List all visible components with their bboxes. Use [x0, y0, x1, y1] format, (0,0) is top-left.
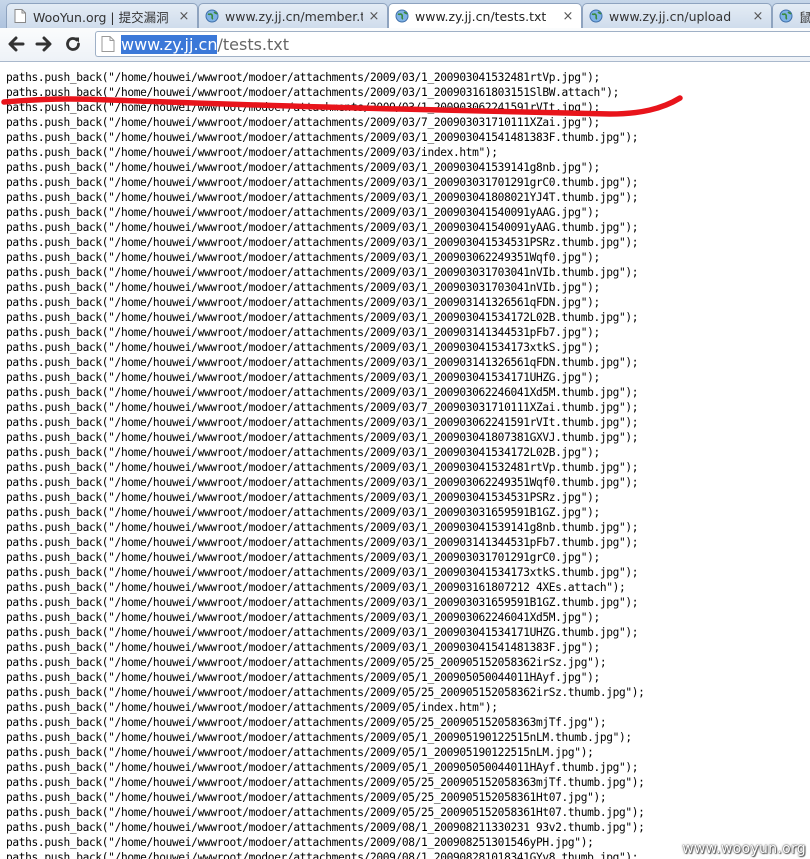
globe-icon [589, 9, 603, 23]
globe-icon [395, 9, 409, 23]
tab-member-txt[interactable]: www.zy.jj.cn/member.txt × [198, 3, 388, 28]
reload-button[interactable] [61, 32, 85, 56]
text-line: paths.push_back("/home/houwei/wwwroot/mo… [6, 581, 626, 594]
page-icon [101, 36, 115, 52]
close-icon[interactable]: × [367, 9, 381, 24]
text-line: paths.push_back("/home/houwei/wwwroot/mo… [6, 791, 607, 804]
address-url: www.zy.jj.cn/tests.txt [121, 34, 290, 54]
tab-title: WooYun.org | 提交漏洞 [33, 9, 169, 25]
close-icon[interactable]: × [561, 9, 575, 24]
text-line: paths.push_back("/home/houwei/wwwroot/mo… [6, 296, 600, 309]
text-line: paths.push_back("/home/houwei/wwwroot/mo… [6, 326, 600, 339]
text-line: paths.push_back("/home/houwei/wwwroot/mo… [6, 716, 607, 729]
text-line: paths.push_back("/home/houwei/wwwroot/mo… [6, 536, 639, 549]
text-line: paths.push_back("/home/houwei/wwwroot/mo… [6, 416, 639, 429]
text-line: paths.push_back("/home/houwei/wwwroot/mo… [6, 596, 639, 609]
globe-icon [779, 9, 793, 23]
text-line: paths.push_back("/home/houwei/wwwroot/mo… [6, 401, 639, 414]
back-button[interactable] [4, 32, 28, 56]
text-line: paths.push_back("/home/houwei/wwwroot/mo… [6, 236, 639, 249]
tab-tests-txt[interactable]: www.zy.jj.cn/tests.txt × [388, 3, 582, 28]
text-line: paths.push_back("/home/houwei/wwwroot/mo… [6, 221, 639, 234]
text-line: paths.push_back("/home/houwei/wwwroot/mo… [6, 146, 498, 159]
text-line: paths.push_back("/home/houwei/wwwroot/mo… [6, 671, 600, 684]
text-line: paths.push_back("/home/houwei/wwwroot/mo… [6, 491, 600, 504]
text-line: paths.push_back("/home/houwei/wwwroot/mo… [6, 551, 600, 564]
text-line: paths.push_back("/home/houwei/wwwroot/mo… [6, 161, 600, 174]
text-line: paths.push_back("/home/houwei/wwwroot/mo… [6, 266, 639, 279]
back-arrow-icon [8, 36, 25, 52]
text-line: paths.push_back("/home/houwei/wwwroot/mo… [6, 176, 639, 189]
document-icon [13, 9, 27, 23]
tab-title: www.zy.jj.cn/tests.txt [415, 8, 547, 24]
page-content: paths.push_back("/home/houwei/wwwroot/mo… [0, 62, 810, 859]
forward-button[interactable] [32, 32, 56, 56]
tab-partial[interactable]: 鼠 [772, 3, 810, 28]
text-line: paths.push_back("/home/houwei/wwwroot/mo… [6, 506, 600, 519]
text-line: paths.push_back("/home/houwei/wwwroot/mo… [6, 356, 639, 369]
text-line: paths.push_back("/home/houwei/wwwroot/mo… [6, 71, 600, 84]
text-line: paths.push_back("/home/houwei/wwwroot/mo… [6, 626, 639, 639]
tab-title: www.zy.jj.cn/upload [609, 8, 732, 24]
text-line: paths.push_back("/home/houwei/wwwroot/mo… [6, 131, 639, 144]
text-line: paths.push_back("/home/houwei/wwwroot/mo… [6, 821, 645, 834]
close-icon[interactable]: × [177, 9, 191, 24]
text-line: paths.push_back("/home/houwei/wwwroot/mo… [6, 116, 600, 129]
text-line: paths.push_back("/home/houwei/wwwroot/mo… [6, 281, 600, 294]
text-line: paths.push_back("/home/houwei/wwwroot/mo… [6, 521, 639, 534]
text-line: paths.push_back("/home/houwei/wwwroot/mo… [6, 101, 600, 114]
text-line: paths.push_back("/home/houwei/wwwroot/mo… [6, 206, 600, 219]
address-bar[interactable]: www.zy.jj.cn/tests.txt [95, 31, 810, 57]
text-line: paths.push_back("/home/houwei/wwwroot/mo… [6, 431, 639, 444]
text-line: paths.push_back("/home/houwei/wwwroot/mo… [6, 641, 600, 654]
tab-title: 鼠 [799, 7, 810, 26]
watermark: www.wooyun.org [682, 841, 806, 857]
text-line: paths.push_back("/home/houwei/wwwroot/mo… [6, 746, 594, 759]
text-line: paths.push_back("/home/houwei/wwwroot/mo… [6, 476, 639, 489]
text-line: paths.push_back("/home/houwei/wwwroot/mo… [6, 686, 645, 699]
text-line: paths.push_back("/home/houwei/wwwroot/mo… [6, 191, 639, 204]
text-line: paths.push_back("/home/houwei/wwwroot/mo… [6, 806, 645, 819]
text-line: paths.push_back("/home/houwei/wwwroot/mo… [6, 311, 639, 324]
text-line: paths.push_back("/home/houwei/wwwroot/mo… [6, 836, 594, 849]
text-line: paths.push_back("/home/houwei/wwwroot/mo… [6, 701, 498, 714]
text-line: paths.push_back("/home/houwei/wwwroot/mo… [6, 611, 600, 624]
address-path: /tests.txt [217, 34, 290, 54]
text-line: paths.push_back("/home/houwei/wwwroot/mo… [6, 386, 639, 399]
close-icon[interactable]: × [751, 9, 765, 24]
forward-arrow-icon [35, 36, 52, 52]
text-line: paths.push_back("/home/houwei/wwwroot/mo… [6, 851, 639, 859]
text-line: paths.push_back("/home/houwei/wwwroot/mo… [6, 566, 639, 579]
text-line: paths.push_back("/home/houwei/wwwroot/mo… [6, 341, 600, 354]
tab-title: www.zy.jj.cn/member.txt [225, 8, 363, 24]
reload-icon [66, 37, 80, 51]
text-line: paths.push_back("/home/houwei/wwwroot/mo… [6, 251, 600, 264]
file-text: paths.push_back("/home/houwei/wwwroot/mo… [6, 70, 645, 859]
text-line: paths.push_back("/home/houwei/wwwroot/mo… [6, 656, 607, 669]
tab-wooyun[interactable]: WooYun.org | 提交漏洞 × [6, 3, 198, 28]
text-line: paths.push_back("/home/houwei/wwwroot/mo… [6, 761, 639, 774]
tab-strip: WooYun.org | 提交漏洞 × www.zy.jj.cn/member.… [0, 0, 810, 28]
globe-icon [205, 9, 219, 23]
browser-toolbar: www.zy.jj.cn/tests.txt [0, 28, 810, 62]
tab-upload[interactable]: www.zy.jj.cn/upload × [582, 3, 772, 28]
text-line: paths.push_back("/home/houwei/wwwroot/mo… [6, 776, 645, 789]
text-line: paths.push_back("/home/houwei/wwwroot/mo… [6, 731, 632, 744]
text-line: paths.push_back("/home/houwei/wwwroot/mo… [6, 446, 600, 459]
address-host: www.zy.jj.cn [121, 34, 218, 54]
text-line: paths.push_back("/home/houwei/wwwroot/mo… [6, 461, 639, 474]
text-line: paths.push_back("/home/houwei/wwwroot/mo… [6, 371, 600, 384]
text-line: paths.push_back("/home/houwei/wwwroot/mo… [6, 86, 620, 99]
